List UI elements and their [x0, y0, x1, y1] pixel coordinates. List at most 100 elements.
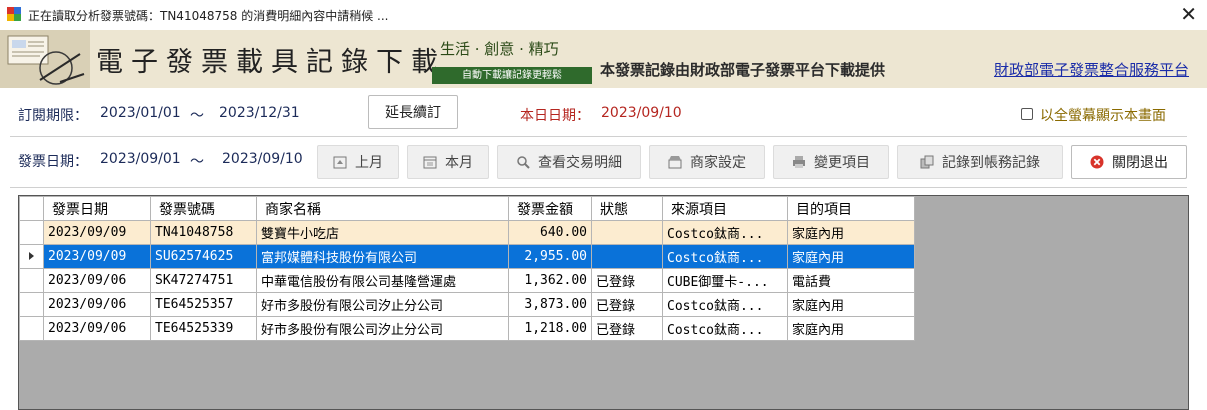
amount-cell: 2,955.00: [508, 244, 592, 269]
row-header[interactable]: [19, 292, 44, 317]
table-row[interactable]: 2023/09/09 SU62574625 富邦媒體科技股份有限公司 2,955…: [19, 244, 915, 269]
column-header[interactable]: 發票金額: [508, 196, 592, 221]
table-row[interactable]: 2023/09/09 TN41048758 雙寶牛小吃店 640.00 Cost…: [19, 220, 915, 245]
fullscreen-label[interactable]: 以全螢幕顯示本畫面: [1040, 105, 1166, 125]
today-value: 2023/09/10: [601, 105, 682, 121]
status-cell: 已登錄: [591, 316, 663, 341]
amount-cell: 640.00: [508, 220, 592, 245]
banner-tagline: 自動下載讓記錄更輕鬆: [432, 67, 592, 84]
einvoice-portal-link[interactable]: 財政部電子發票整合服務平台: [994, 59, 1189, 80]
table-row[interactable]: 2023/09/06 TE64525339 好市多股份有限公司汐止分公司 1,2…: [19, 316, 915, 341]
change-item-label: 變更項目: [814, 155, 870, 171]
subscription-start: 2023/01/01: [100, 105, 181, 121]
invoice-date-start: 2023/09/01: [100, 151, 181, 167]
invoice-number-cell: TE64525357: [150, 292, 257, 317]
merchant-name-cell: 好市多股份有限公司汐止分公司: [256, 316, 509, 341]
merchant-settings-label: 商家設定: [690, 155, 746, 171]
amount-cell: 1,218.00: [508, 316, 592, 341]
window-title: 正在讀取分析發票號碼：TN41048758 的消費明細內容中請稍候 ...: [28, 9, 389, 23]
merchant-settings-button[interactable]: 商家設定: [649, 145, 765, 179]
invoice-grid[interactable]: 發票日期 發票號碼 商家名稱 發票金額 狀態 來源項目 目的項目 2023/09…: [18, 195, 1189, 410]
close-exit-label: 關閉退出: [1112, 155, 1168, 171]
source-item-cell: Costco鈦商...: [662, 292, 788, 317]
table-row[interactable]: 2023/09/06 SK47274751 中華電信股份有限公司基隆營運處 1,…: [19, 268, 915, 293]
invoice-number-cell: TN41048758: [150, 220, 257, 245]
invoice-date-cell: 2023/09/09: [43, 220, 151, 245]
current-row-icon: [29, 252, 34, 260]
view-transaction-detail-button[interactable]: 查看交易明細: [497, 145, 641, 179]
divider: [10, 136, 1187, 137]
row-header[interactable]: [19, 220, 44, 245]
calendar-icon: [423, 156, 437, 169]
amount-cell: 1,362.00: [508, 268, 592, 293]
invoice-date-cell: 2023/09/06: [43, 292, 151, 317]
invoice-number-cell: TE64525339: [150, 316, 257, 341]
table-row[interactable]: 2023/09/06 TE64525357 好市多股份有限公司汐止分公司 3,8…: [19, 292, 915, 317]
close-icon[interactable]: ✕: [1180, 2, 1197, 26]
extend-subscription-button[interactable]: 延長續訂: [368, 95, 458, 129]
row-header[interactable]: [19, 244, 44, 269]
fullscreen-checkbox[interactable]: [1021, 108, 1033, 120]
merchant-name-cell: 雙寶牛小吃店: [256, 220, 509, 245]
target-item-cell: 家庭內用: [787, 244, 915, 269]
extend-subscription-label: 延長續訂: [385, 105, 441, 121]
target-item-cell: 電話費: [787, 268, 915, 293]
close-exit-button[interactable]: 關閉退出: [1071, 145, 1187, 179]
this-month-label: 本月: [445, 155, 473, 171]
record-to-ledger-button[interactable]: 記錄到帳務記錄: [897, 145, 1063, 179]
subscription-end: 2023/12/31: [219, 105, 300, 121]
amount-cell: 3,873.00: [508, 292, 592, 317]
printer-icon: [793, 156, 805, 168]
prev-month-button[interactable]: 上月: [317, 145, 399, 179]
source-item-cell: Costco鈦商...: [662, 220, 788, 245]
divider: [10, 187, 1187, 188]
column-header[interactable]: 發票號碼: [150, 196, 257, 221]
invoice-date-cell: 2023/09/09: [43, 244, 151, 269]
receipt-illustration-icon: [0, 30, 90, 88]
status-cell: 已登錄: [591, 268, 663, 293]
table-header-row: 發票日期 發票號碼 商家名稱 發票金額 狀態 來源項目 目的項目: [19, 196, 915, 221]
target-item-cell: 家庭內用: [787, 316, 915, 341]
store-icon: [668, 156, 682, 169]
row-header[interactable]: [19, 316, 44, 341]
app-brand-title: 電子發票載具記錄下載: [96, 47, 446, 78]
column-header[interactable]: 來源項目: [662, 196, 788, 221]
invoice-number-cell: SK47274751: [150, 268, 257, 293]
invoice-date-cell: 2023/09/06: [43, 268, 151, 293]
source-item-cell: Costco鈦商...: [662, 316, 788, 341]
subscription-tilde: ～: [190, 108, 204, 124]
status-cell: 已登錄: [591, 292, 663, 317]
column-header[interactable]: 目的項目: [787, 196, 915, 221]
header-banner: 電子發票載具記錄下載 生活 · 創意 · 精巧 自動下載讓記錄更輕鬆 本發票記錄…: [0, 30, 1207, 88]
merchant-name-cell: 中華電信股份有限公司基隆營運處: [256, 268, 509, 293]
row-header[interactable]: [19, 268, 44, 293]
column-header[interactable]: 商家名稱: [256, 196, 509, 221]
app-icon: [7, 7, 21, 21]
column-header[interactable]: 發票日期: [43, 196, 151, 221]
view-transaction-detail-label: 查看交易明細: [538, 155, 622, 171]
invoice-date-cell: 2023/09/06: [43, 316, 151, 341]
target-item-cell: 家庭內用: [787, 292, 915, 317]
close-circle-icon: [1090, 155, 1104, 169]
invoice-number-cell: SU62574625: [150, 244, 257, 269]
status-cell: [591, 220, 663, 245]
invoice-date-end: 2023/09/10: [222, 151, 303, 167]
home-calendar-icon: [333, 156, 347, 169]
change-item-button[interactable]: 變更項目: [773, 145, 889, 179]
search-icon: [517, 156, 530, 169]
window-titlebar: 正在讀取分析發票號碼：TN41048758 的消費明細內容中請稍候 ... ✕: [0, 0, 1207, 30]
merchant-name-cell: 好市多股份有限公司汐止分公司: [256, 292, 509, 317]
invoice-date-tilde: ～: [190, 154, 204, 170]
this-month-button[interactable]: 本月: [407, 145, 489, 179]
status-cell: [591, 244, 663, 269]
source-item-cell: CUBE御璽卡-...: [662, 268, 788, 293]
invoice-table: 發票日期 發票號碼 商家名稱 發票金額 狀態 來源項目 目的項目 2023/09…: [19, 196, 915, 341]
today-label: 本日日期：: [520, 108, 590, 124]
provider-text: 本發票記錄由財政部電子發票平台下載提供: [600, 61, 886, 79]
target-item-cell: 家庭內用: [787, 220, 915, 245]
source-item-cell: Costco鈦商...: [662, 244, 788, 269]
invoice-date-label: 發票日期：: [18, 154, 88, 170]
column-header[interactable]: 狀態: [591, 196, 663, 221]
merchant-name-cell: 富邦媒體科技股份有限公司: [256, 244, 509, 269]
row-header-corner: [19, 196, 44, 221]
